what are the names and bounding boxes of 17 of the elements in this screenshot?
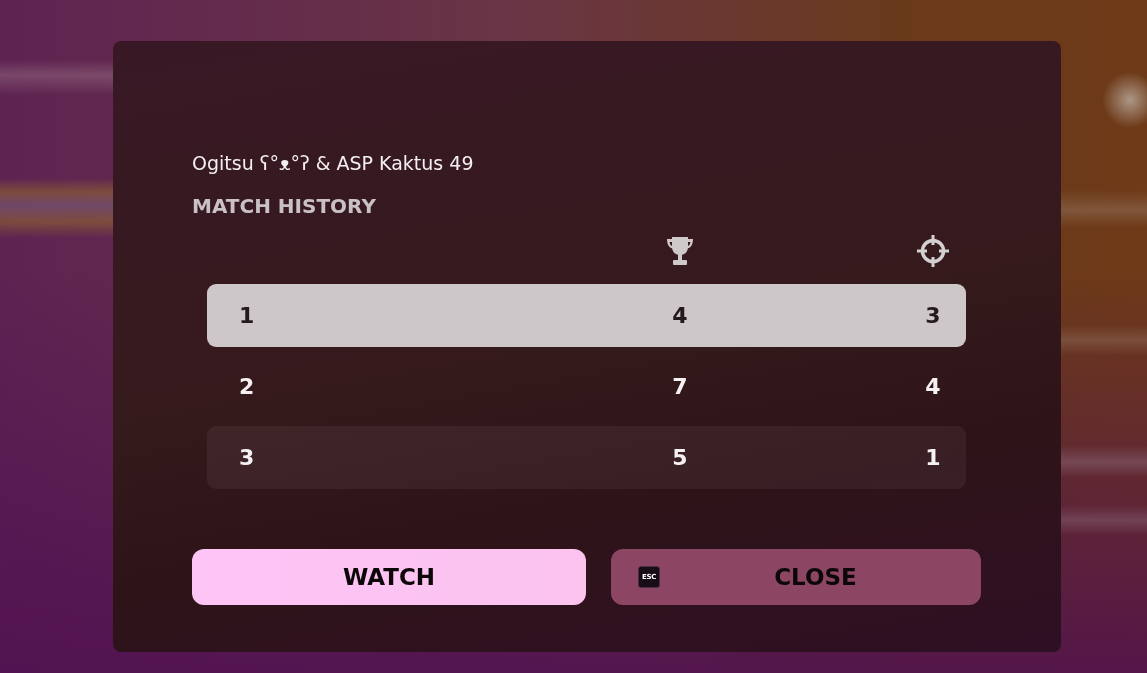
table-cell: 5 — [672, 444, 688, 471]
crosshair-icon — [916, 234, 950, 268]
table-cell-text: 3 — [238, 444, 255, 471]
table-cell: 1 — [925, 444, 941, 471]
table-cell: 3 — [925, 302, 941, 329]
table-cell: 7 — [672, 373, 688, 400]
table-row[interactable]: 3 5 1 — [207, 426, 966, 489]
dialog-title: Ogitsu ʕ°ᴥ°ʔ & ASP Kaktus 49 — [192, 151, 474, 175]
table-row[interactable]: 2 7 4 — [207, 355, 966, 418]
table-cell-text: 2 — [238, 373, 255, 400]
section-heading: MATCH HISTORY — [192, 194, 376, 218]
trophy-icon — [666, 236, 694, 266]
table-cell-text: 1 — [238, 302, 255, 329]
table-cell: 4 — [672, 302, 688, 329]
watch-button[interactable]: WATCH — [192, 549, 586, 605]
table-cell: 4 — [925, 373, 941, 400]
table-row[interactable]: 1 4 3 — [207, 284, 966, 347]
